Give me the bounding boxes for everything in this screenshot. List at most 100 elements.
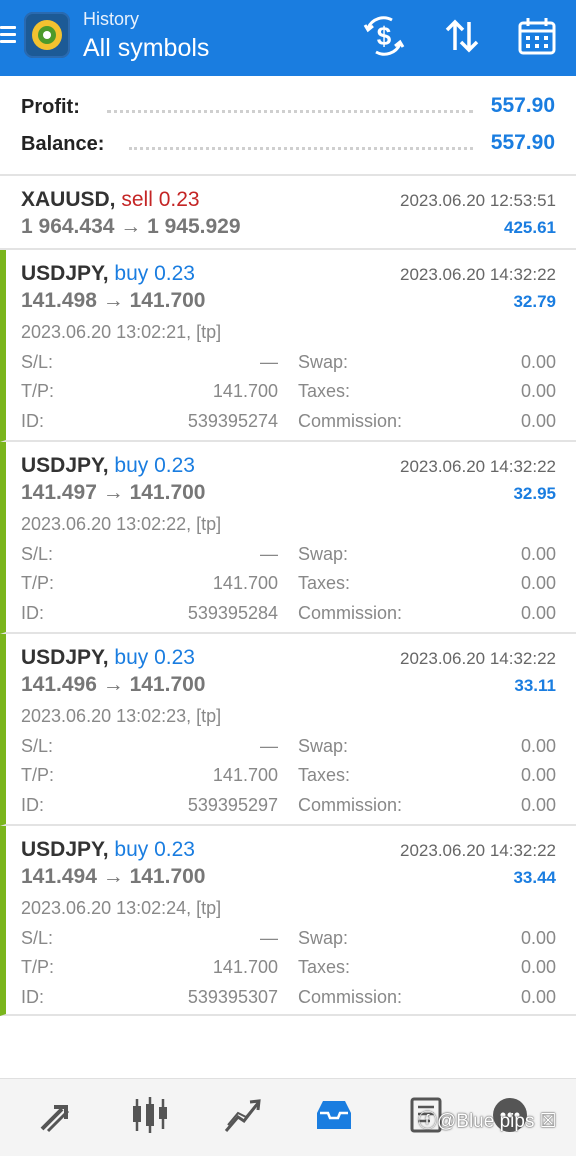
- sl-label: S/L:: [21, 736, 54, 756]
- id-value: 539395297: [187, 795, 278, 815]
- symbol-label: XAUUSD,: [21, 188, 116, 211]
- commission-label: Commission:: [298, 603, 403, 623]
- dotted-leader: [107, 110, 473, 113]
- deal-profit: 33.11: [514, 676, 556, 695]
- id-value: 539395274: [187, 411, 278, 431]
- account-summary: Profit: 557.90 Balance: 557.90: [0, 76, 576, 176]
- swap-value: 0.00: [520, 928, 556, 948]
- tp-label: T/P:: [21, 957, 55, 977]
- trade-icon[interactable]: [220, 1093, 266, 1139]
- deal-prices: 1 964.434 → 1 945.929: [21, 215, 241, 238]
- deal-side: buy 0.23: [114, 262, 195, 285]
- taxes-value: 0.00: [520, 765, 556, 785]
- deal-side: buy 0.23: [114, 646, 195, 669]
- tp-value: 141.700: [212, 573, 278, 593]
- quotes-icon[interactable]: [34, 1093, 80, 1139]
- taxes-value: 0.00: [520, 957, 556, 977]
- deal-row[interactable]: USDJPY, buy 0.23 2023.06.20 14:32:22 141…: [0, 826, 576, 1016]
- chart-icon[interactable]: [127, 1093, 173, 1139]
- deal-close-time: 2023.06.20 14:32:22: [400, 841, 556, 860]
- profit-row: Profit: 557.90: [21, 92, 555, 124]
- balance-row: Balance: 557.90: [21, 129, 555, 161]
- tp-label: T/P:: [21, 765, 55, 785]
- deal-profit: 32.95: [513, 484, 556, 503]
- symbol-label: USDJPY,: [21, 646, 109, 669]
- sort-icon[interactable]: [440, 14, 484, 58]
- swap-value: 0.00: [520, 352, 556, 372]
- swap-label: Swap:: [298, 544, 349, 564]
- deal-profit: 32.79: [513, 292, 556, 311]
- swap-value: 0.00: [520, 736, 556, 756]
- symbol-label: USDJPY,: [21, 262, 109, 285]
- page-title[interactable]: All symbols: [83, 34, 209, 63]
- svg-text:$: $: [377, 21, 392, 51]
- tp-value: 141.700: [212, 381, 278, 401]
- swap-value: 0.00: [520, 544, 556, 564]
- symbol-label: USDJPY,: [21, 454, 109, 477]
- profit-value: 557.90: [490, 94, 555, 117]
- deal-row[interactable]: USDJPY, buy 0.23 2023.06.20 14:32:22 141…: [0, 634, 576, 826]
- deal-prices: 141.497 → 141.700: [21, 481, 206, 504]
- symbol-label: USDJPY,: [21, 838, 109, 861]
- id-label: ID:: [21, 603, 45, 623]
- deal-side: buy 0.23: [114, 838, 195, 861]
- watermark: ⓕ@Blue pips ☒: [418, 1111, 557, 1132]
- tp-label: T/P:: [21, 573, 55, 593]
- deal-prices: 141.498 → 141.700: [21, 289, 206, 312]
- taxes-value: 0.00: [520, 381, 556, 401]
- sl-value: —: [260, 928, 278, 948]
- sl-label: S/L:: [21, 352, 54, 372]
- commission-value: 0.00: [520, 411, 556, 431]
- tp-value: 141.700: [212, 765, 278, 785]
- tp-value: 141.700: [212, 957, 278, 977]
- deal-symbol: USDJPY, buy 0.23: [21, 262, 195, 286]
- taxes-value: 0.00: [520, 573, 556, 593]
- id-value: 539395307: [187, 987, 278, 1007]
- deal-side: sell 0.23: [121, 188, 200, 211]
- swap-label: Swap:: [298, 736, 349, 756]
- deal-symbol: XAUUSD, sell 0.23: [21, 188, 200, 212]
- commission-value: 0.00: [520, 795, 556, 815]
- balance-label: Balance:: [21, 133, 105, 155]
- commission-label: Commission:: [298, 795, 403, 815]
- history-icon[interactable]: [311, 1093, 357, 1139]
- deal-close-time: 2023.06.20 14:32:22: [400, 457, 556, 476]
- id-label: ID:: [21, 411, 45, 431]
- tp-label: T/P:: [21, 381, 55, 401]
- swap-label: Swap:: [298, 352, 349, 372]
- profit-label: Profit:: [21, 96, 80, 118]
- deal-symbol: USDJPY, buy 0.23: [21, 838, 195, 862]
- taxes-label: Taxes:: [298, 957, 351, 977]
- swap-label: Swap:: [298, 928, 349, 948]
- dotted-leader: [129, 147, 473, 150]
- deal-prices: 141.494 → 141.700: [21, 865, 206, 888]
- currency-exchange-icon[interactable]: $: [362, 14, 406, 58]
- id-label: ID:: [21, 795, 45, 815]
- commission-label: Commission:: [298, 411, 403, 431]
- commission-value: 0.00: [520, 987, 556, 1007]
- menu-icon[interactable]: [0, 22, 16, 50]
- commission-label: Commission:: [298, 987, 403, 1007]
- sl-value: —: [260, 544, 278, 564]
- deal-open-time: 2023.06.20 13:02:23, [tp]: [21, 706, 222, 726]
- taxes-label: Taxes:: [298, 765, 351, 785]
- sl-label: S/L:: [21, 544, 54, 564]
- page-subtitle: History: [83, 9, 140, 29]
- deal-row[interactable]: USDJPY, buy 0.23 2023.06.20 14:32:22 141…: [0, 442, 576, 634]
- taxes-label: Taxes:: [298, 573, 351, 593]
- deal-row[interactable]: USDJPY, buy 0.23 2023.06.20 14:32:22 141…: [0, 250, 576, 442]
- id-value: 539395284: [187, 603, 278, 623]
- deal-open-time: 2023.06.20 13:02:21, [tp]: [21, 322, 222, 342]
- calendar-icon[interactable]: [515, 14, 559, 58]
- deal-close-time: 2023.06.20 12:53:51: [400, 191, 556, 210]
- deal-close-time: 2023.06.20 14:32:22: [400, 265, 556, 284]
- deal-prices: 141.496 → 141.700: [21, 673, 206, 696]
- sl-value: —: [260, 736, 278, 756]
- taxes-label: Taxes:: [298, 381, 351, 401]
- deal-symbol: USDJPY, buy 0.23: [21, 646, 195, 670]
- deal-profit: 33.44: [513, 868, 556, 887]
- app-logo: [24, 12, 70, 58]
- deal-row[interactable]: XAUUSD, sell 0.23 2023.06.20 12:53:51 1 …: [0, 176, 576, 250]
- balance-value: 557.90: [490, 131, 555, 154]
- deal-close-time: 2023.06.20 14:32:22: [400, 649, 556, 668]
